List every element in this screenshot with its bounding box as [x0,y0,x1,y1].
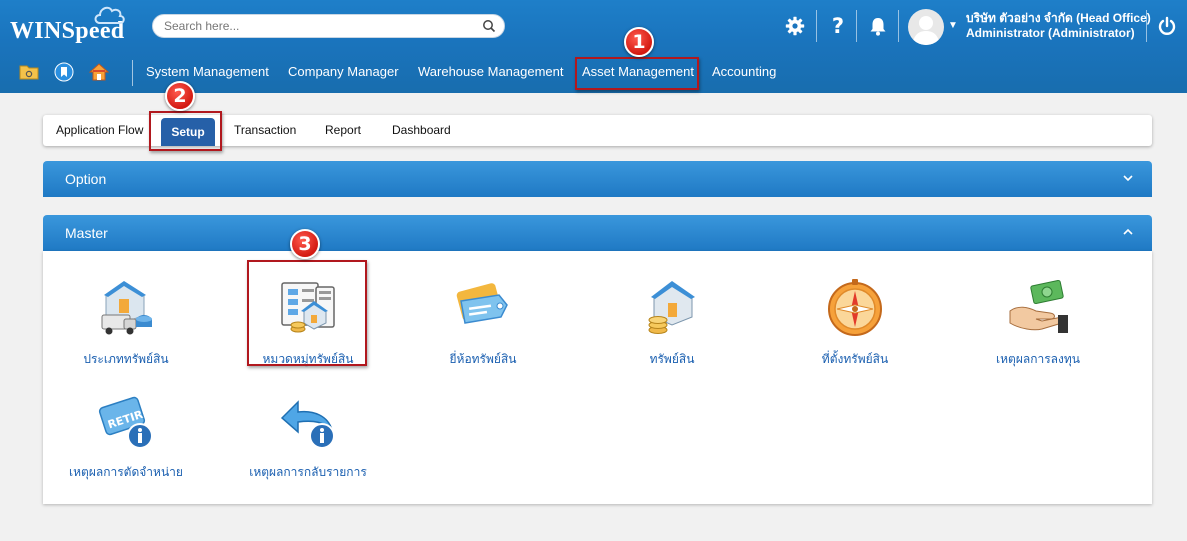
folder-icon[interactable] [19,62,39,82]
user-name: Administrator (Administrator) [966,26,1135,40]
bell-icon[interactable] [866,14,890,38]
user-info[interactable]: บริษัท ตัวอย่าง จำกัด (Head Office) Admi… [966,11,1151,41]
company-name: บริษัท ตัวอย่าง จำกัด (Head Office) [966,11,1151,25]
master-item-asset-location[interactable]: ที่ตั้งทรัพย์สิน [785,275,925,369]
callout-badge-1: 1 [624,27,654,57]
highlight-asset-category [247,260,367,366]
header-divider [1146,10,1147,42]
master-item-label: ยี่ห้อทรัพย์สิน [449,352,517,366]
nav-accounting[interactable]: Accounting [712,64,776,79]
master-item-asset-type[interactable]: ประเภททรัพย์สิน [56,275,196,369]
option-panel-header[interactable]: Option [43,161,1152,197]
master-item-asset-brand[interactable]: ยี่ห้อทรัพย์สิน [413,275,553,369]
nav-system-management[interactable]: System Management [146,64,269,79]
tab-application-flow[interactable]: Application Flow [56,115,143,146]
compass-icon [828,279,882,336]
avatar[interactable] [908,9,944,45]
header-divider [816,10,817,42]
callout-badge-3: 3 [290,229,320,259]
header-divider [856,10,857,42]
search-box[interactable] [152,14,505,38]
highlight-asset-management [575,57,699,90]
gear-icon[interactable] [783,14,807,38]
option-panel-title: Option [65,171,107,187]
cloud-icon [94,6,125,24]
money-hand-icon [1009,279,1068,333]
master-item-label: เหตุผลการลงทุน [996,352,1080,366]
highlight-setup [149,111,222,151]
master-item-label: เหตุผลการตัดจำหน่าย [69,465,183,479]
power-icon[interactable] [1155,14,1179,38]
master-item-label: เหตุผลการกลับรายการ [249,465,367,479]
master-item-label: ที่ตั้งทรัพย์สิน [821,352,889,366]
tab-report[interactable]: Report [325,115,361,146]
nav-warehouse-management[interactable]: Warehouse Management [418,64,564,79]
header-divider [898,10,899,42]
bookmark-icon[interactable] [54,62,74,82]
undo-arrow-icon [280,400,335,449]
callout-badge-2: 2 [165,81,195,111]
nav-divider [132,60,133,86]
chevron-up-icon[interactable] [1122,226,1134,238]
asset-building-icon [648,281,695,334]
tag-icon [456,283,508,324]
master-item-label: ทรัพย์สิน [649,352,695,366]
master-item-investment-reason[interactable]: เหตุผลการลงทุน [968,275,1108,369]
home-icon[interactable] [89,62,109,82]
master-panel-body: ประเภททรัพย์สิน หมวดหมู่ทรัพย์สิน ยี่ห้อ… [43,251,1152,504]
help-icon[interactable]: ? [826,14,850,38]
master-panel-header[interactable]: Master [43,215,1152,251]
master-panel-title: Master [65,225,108,241]
tab-dashboard[interactable]: Dashboard [392,115,451,146]
retire-icon: RETIRE [98,396,153,449]
master-item-reversal-reason[interactable]: เหตุผลการกลับรายการ [238,388,378,482]
search-input[interactable] [164,15,474,37]
asset-type-icon [101,281,152,335]
chevron-down-icon[interactable]: ▼ [948,20,958,31]
master-item-disposal-reason[interactable]: RETIRE เหตุผลการตัดจำหน่าย [56,388,196,482]
master-item-label: ประเภททรัพย์สิน [83,352,169,366]
search-icon[interactable] [482,19,496,33]
master-item-asset[interactable]: ทรัพย์สิน [602,275,742,369]
tab-transaction[interactable]: Transaction [234,115,296,146]
chevron-down-icon[interactable] [1122,172,1134,184]
nav-company-manager[interactable]: Company Manager [288,64,399,79]
